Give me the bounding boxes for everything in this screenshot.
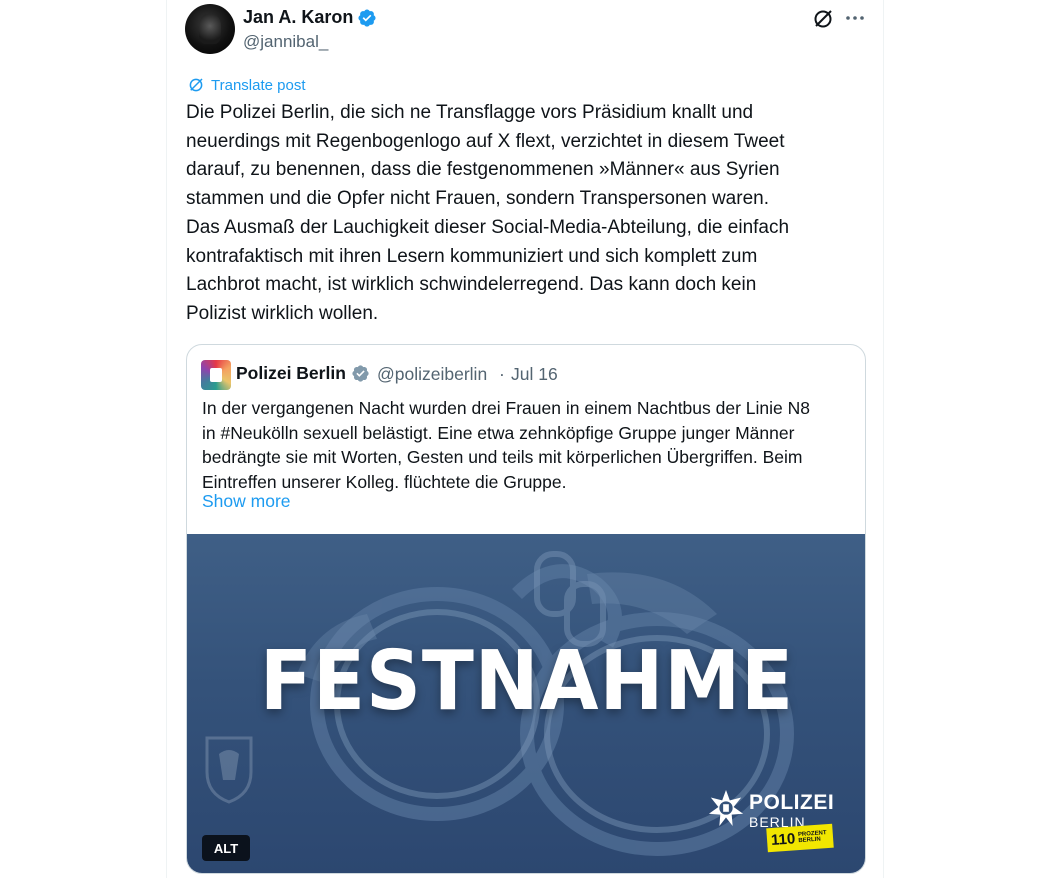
tag-number: 110 bbox=[770, 829, 796, 849]
author-handle[interactable]: @jannibal_ bbox=[243, 32, 328, 52]
author-name[interactable]: Jan A. Karon bbox=[243, 7, 353, 28]
quoted-separator: · bbox=[499, 364, 505, 384]
quoted-body-text: In der vergangenen Nacht wurden drei Fra… bbox=[202, 398, 810, 492]
quoted-author-handle[interactable]: @polizeiberlin bbox=[377, 364, 487, 385]
quoted-date[interactable]: Jul 16 bbox=[511, 364, 558, 385]
show-more-link[interactable]: Show more bbox=[202, 491, 291, 512]
quoted-media-image[interactable]: FESTNAHME POLIZEI BERLIN 110 PROZENT BER… bbox=[187, 534, 865, 873]
government-verified-badge-icon bbox=[352, 365, 369, 382]
translate-icon bbox=[189, 78, 203, 92]
verified-badge-icon bbox=[358, 9, 376, 27]
berlin-crest-watermark-icon bbox=[205, 736, 253, 804]
alt-text-badge[interactable]: ALT bbox=[202, 835, 250, 861]
translate-post-label[interactable]: Translate post bbox=[211, 77, 306, 94]
police-logo-word: POLIZEI bbox=[749, 791, 835, 814]
more-horizontal-icon[interactable] bbox=[843, 6, 867, 30]
police-star-icon bbox=[708, 789, 744, 827]
tweet-body-text: Die Polizei Berlin, die sich ne Transfla… bbox=[186, 102, 790, 324]
translate-post-link[interactable]: Translate post bbox=[187, 75, 306, 95]
quoted-author-name[interactable]: Polizei Berlin bbox=[236, 363, 346, 384]
media-headline: FESTNAHME bbox=[259, 634, 795, 729]
grok-slash-circle-icon[interactable] bbox=[811, 7, 835, 31]
tweet-column: Jan A. Karon @jannibal_ Translate post D… bbox=[166, 0, 884, 878]
author-avatar[interactable] bbox=[185, 4, 235, 54]
hundred-ten-percent-tag: 110 PROZENT BERLIN bbox=[766, 823, 834, 853]
quoted-tweet-card[interactable]: Polizei Berlin @polizeiberlin · Jul 16 I… bbox=[186, 344, 866, 874]
quoted-avatar[interactable] bbox=[201, 360, 231, 390]
tag-small-text: PROZENT BERLIN bbox=[797, 830, 827, 845]
